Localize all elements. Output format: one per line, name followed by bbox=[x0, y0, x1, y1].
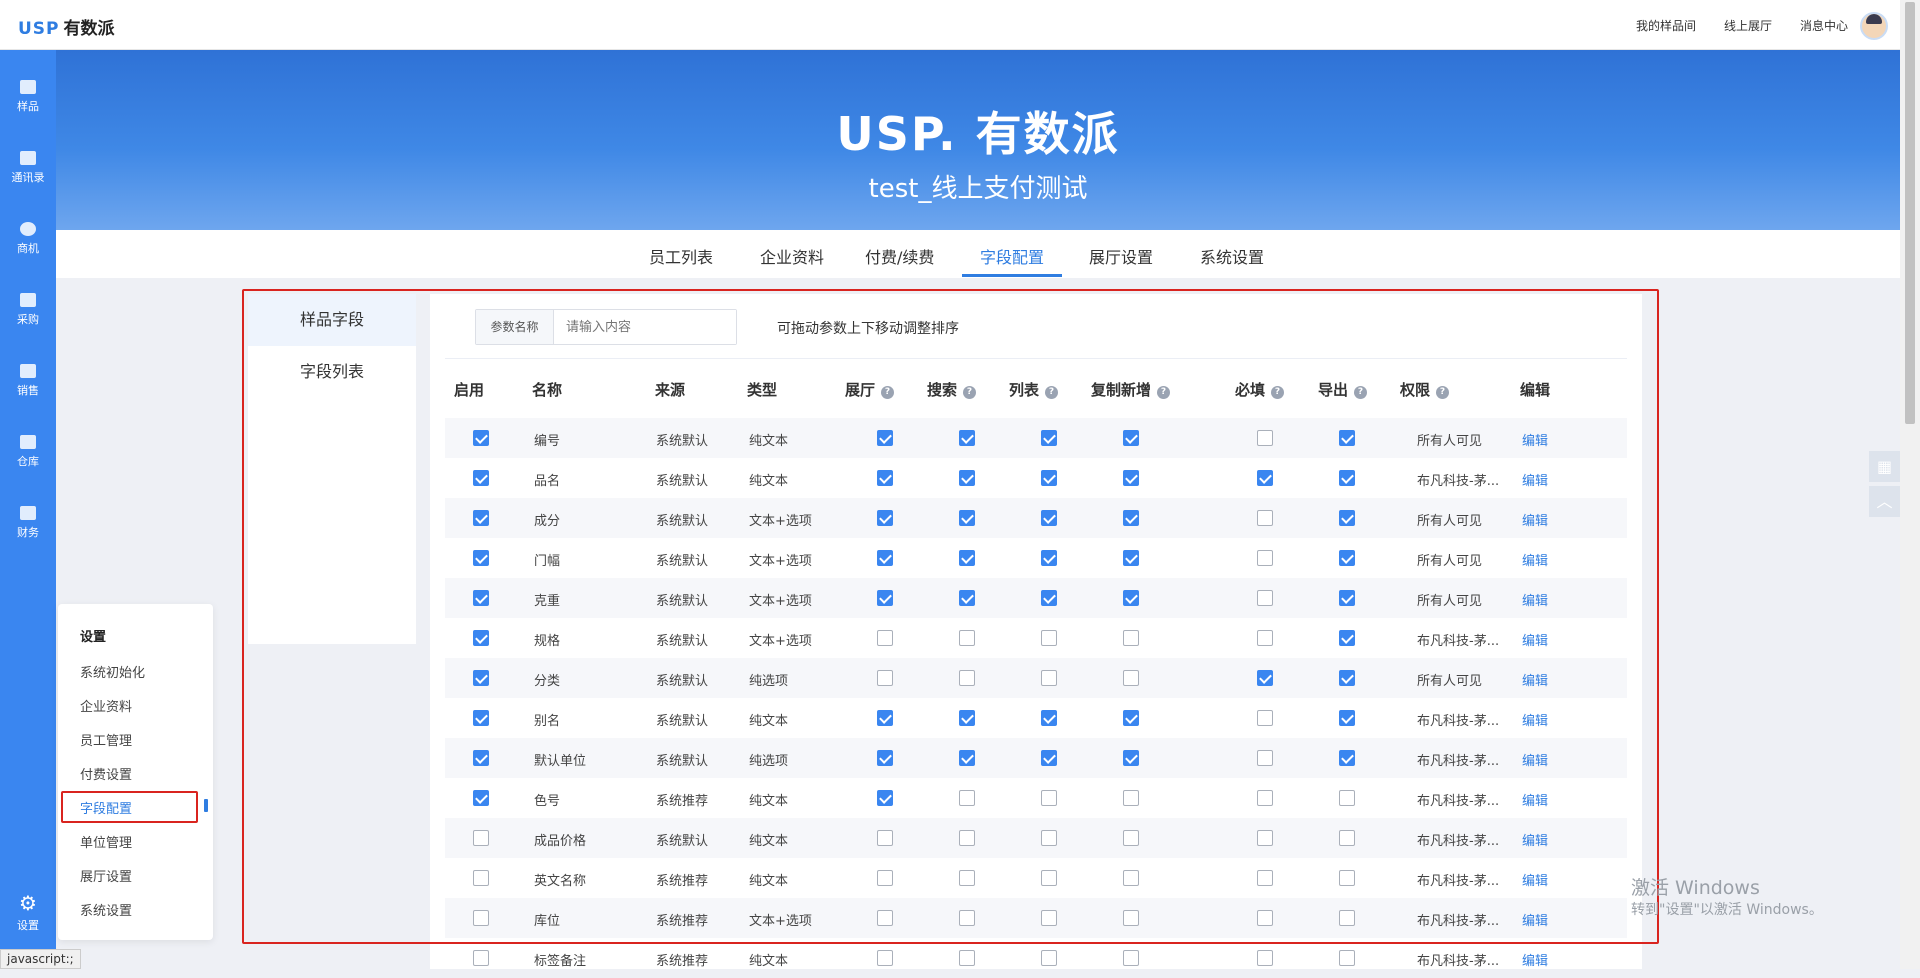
user-avatar[interactable] bbox=[1860, 12, 1888, 40]
opportunity-icon bbox=[20, 222, 36, 236]
qr-code-icon[interactable]: ▦ bbox=[1869, 451, 1900, 482]
list-checkbox[interactable] bbox=[1041, 950, 1057, 966]
gear-icon: ⚙ bbox=[19, 891, 37, 915]
sidebar-item-sales[interactable]: 销售 bbox=[0, 364, 56, 398]
sample-icon bbox=[20, 80, 36, 94]
menu-item-hall-settings[interactable]: 展厅设置 bbox=[80, 866, 132, 885]
link-message-center[interactable]: 消息中心 bbox=[1800, 17, 1848, 34]
sidebar-item-label: 通讯录 bbox=[11, 171, 45, 184]
field-source: 系统推荐 bbox=[656, 954, 709, 969]
finance-icon bbox=[20, 506, 36, 520]
tab-billing[interactable]: 付费/续费 bbox=[865, 244, 934, 268]
highlight-box-menu bbox=[61, 791, 198, 823]
export-checkbox[interactable] bbox=[1339, 950, 1355, 966]
hall-checkbox[interactable] bbox=[877, 950, 893, 966]
browser-status-bar: javascript:; bbox=[0, 949, 81, 969]
logo-mark: USP bbox=[18, 19, 60, 39]
menu-item-system-settings[interactable]: 系统设置 bbox=[80, 900, 132, 919]
contacts-icon bbox=[20, 151, 36, 165]
required-checkbox[interactable] bbox=[1257, 950, 1273, 966]
menu-item-system-init[interactable]: 系统初始化 bbox=[80, 662, 145, 681]
windows-activation-text: 转到"设置"以激活 Windows。 bbox=[1631, 902, 1823, 918]
sidebar-item-opportunity[interactable]: 商机 bbox=[0, 222, 56, 256]
menu-item-company-profile[interactable]: 企业资料 bbox=[80, 696, 132, 715]
link-my-sample-room[interactable]: 我的样品间 bbox=[1636, 17, 1696, 34]
tab-field-config[interactable]: 字段配置 bbox=[980, 244, 1044, 268]
scrollbar-thumb[interactable] bbox=[1905, 2, 1915, 424]
tab-employee-list[interactable]: 员工列表 bbox=[649, 244, 713, 268]
app-logo[interactable]: USP 有数派 bbox=[18, 14, 115, 39]
field-name: 标签备注 bbox=[534, 954, 587, 969]
field-type: 纯文本 bbox=[749, 954, 789, 969]
active-menu-indicator bbox=[204, 799, 208, 812]
banner-logo: USP. 有数派 bbox=[836, 107, 1120, 161]
highlight-box-table bbox=[242, 289, 1659, 944]
sidebar-item-finance[interactable]: 财务 bbox=[0, 506, 56, 540]
settings-menu-title: 设置 bbox=[80, 630, 107, 645]
header-links: 我的样品间 线上展厅 消息中心 bbox=[1636, 17, 1848, 34]
copy-new-checkbox[interactable] bbox=[1123, 950, 1139, 966]
sidebar-item-label: 商机 bbox=[17, 242, 39, 255]
sidebar-item-label: 仓库 bbox=[17, 455, 39, 468]
settings-tabs: 员工列表 企业资料 付费/续费 字段配置 展厅设置 系统设置 bbox=[56, 230, 1900, 278]
search-checkbox[interactable] bbox=[959, 950, 975, 966]
sales-icon bbox=[20, 364, 36, 378]
sidebar-item-label: 样品 bbox=[17, 100, 39, 113]
field-permission: 布凡科技-茅... bbox=[1417, 954, 1500, 969]
sidebar-item-sample[interactable]: 样品 bbox=[0, 80, 56, 114]
sidebar-item-purchase[interactable]: 采购 bbox=[0, 293, 56, 327]
edit-link[interactable]: 编辑 bbox=[1522, 950, 1548, 969]
sidebar-item-warehouse[interactable]: 仓库 bbox=[0, 435, 56, 469]
sidebar-item-label: 财务 bbox=[17, 526, 39, 539]
link-online-hall[interactable]: 线上展厅 bbox=[1724, 17, 1772, 34]
tab-hall-settings[interactable]: 展厅设置 bbox=[1089, 244, 1153, 268]
table-row[interactable]: 标签备注 系统推荐 纯文本 布凡科技-茅... 编辑 bbox=[445, 938, 1627, 978]
warehouse-icon bbox=[20, 435, 36, 449]
menu-item-billing[interactable]: 付费设置 bbox=[80, 764, 132, 783]
tab-system-settings[interactable]: 系统设置 bbox=[1200, 244, 1264, 268]
company-banner: USP. 有数派 test_线上支付测试 bbox=[56, 50, 1900, 230]
menu-item-unit-mgmt[interactable]: 单位管理 bbox=[80, 832, 132, 851]
sidebar-item-settings[interactable]: ⚙ 设置 bbox=[0, 893, 56, 933]
sidebar-item-contacts[interactable]: 通讯录 bbox=[0, 151, 56, 185]
sidebar-item-label: 销售 bbox=[17, 384, 39, 397]
purchase-icon bbox=[20, 293, 36, 307]
enabled-checkbox[interactable] bbox=[473, 950, 489, 966]
sidebar-item-label: 设置 bbox=[17, 919, 39, 932]
sidebar: 样品 通讯录 商机 采购 销售 仓库 财务 bbox=[0, 50, 56, 969]
back-to-top-icon[interactable]: ︿ bbox=[1869, 486, 1900, 517]
menu-item-employee-mgmt[interactable]: 员工管理 bbox=[80, 730, 132, 749]
top-bar: USP 有数派 我的样品间 线上展厅 消息中心 bbox=[0, 0, 1900, 50]
sidebar-item-label: 采购 bbox=[17, 313, 39, 326]
company-name: test_线上支付测试 bbox=[868, 174, 1088, 204]
tab-company-profile[interactable]: 企业资料 bbox=[760, 244, 824, 268]
active-tab-indicator bbox=[962, 274, 1062, 277]
windows-activation-title: 激活 Windows bbox=[1631, 877, 1760, 899]
settings-menu: 设置 系统初始化 企业资料 员工管理 付费设置 字段配置 单位管理 展厅设置 系… bbox=[58, 604, 213, 940]
logo-text: 有数派 bbox=[63, 19, 115, 39]
page-scrollbar[interactable] bbox=[1900, 0, 1920, 969]
